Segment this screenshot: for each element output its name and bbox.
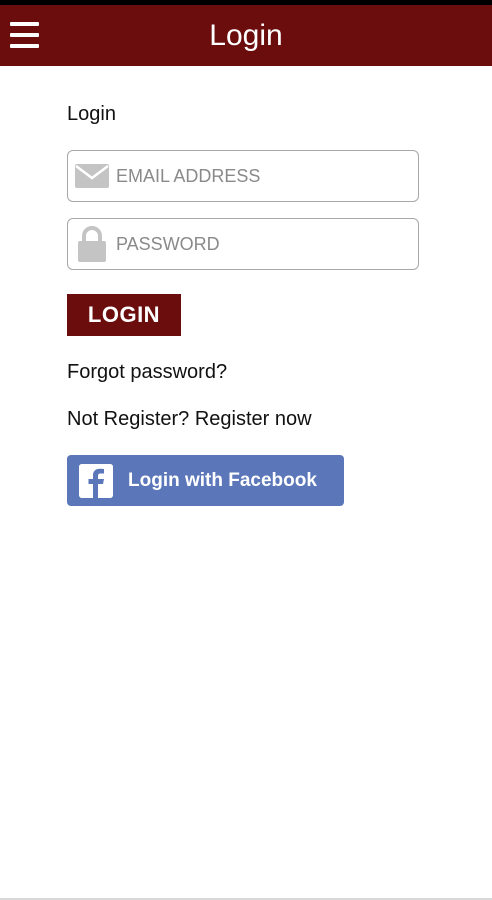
login-button[interactable]: LOGIN bbox=[67, 294, 181, 336]
email-input[interactable] bbox=[116, 151, 406, 201]
menu-line bbox=[10, 33, 39, 37]
password-field[interactable] bbox=[67, 218, 419, 270]
facebook-icon bbox=[79, 464, 113, 498]
menu-line bbox=[10, 22, 39, 26]
password-input[interactable] bbox=[116, 219, 406, 269]
menu-line bbox=[10, 44, 39, 48]
forgot-password-link[interactable]: Forgot password? bbox=[67, 361, 227, 384]
facebook-button-label: Login with Facebook bbox=[128, 469, 317, 491]
facebook-login-button[interactable]: Login with Facebook bbox=[67, 455, 344, 506]
hamburger-menu-icon[interactable] bbox=[10, 22, 39, 48]
app-bar: Login bbox=[0, 5, 492, 66]
lock-icon bbox=[73, 219, 111, 269]
envelope-icon bbox=[73, 151, 111, 201]
email-field[interactable] bbox=[67, 150, 419, 202]
form-section-label: Login bbox=[67, 103, 116, 125]
register-link[interactable]: Not Register? Register now bbox=[67, 408, 312, 431]
page-title: Login bbox=[209, 18, 283, 52]
